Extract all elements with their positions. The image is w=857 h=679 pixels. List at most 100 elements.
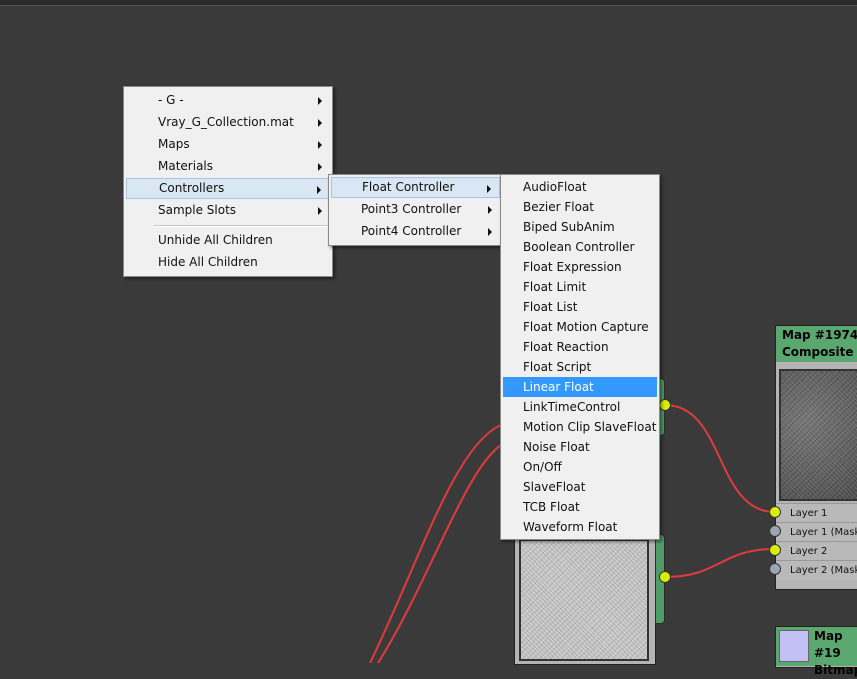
menu-item-label: Vray_G_Collection.mat: [158, 115, 294, 129]
menu-item-slavefloat[interactable]: SlaveFloat: [503, 477, 657, 497]
menu-item-label: LinkTimeControl: [523, 400, 621, 414]
menu-item-label: Float Limit: [523, 280, 587, 294]
menu-item-vray-collection[interactable]: Vray_G_Collection.mat: [126, 112, 330, 133]
menu-item-label: Boolean Controller: [523, 240, 635, 254]
submenu-arrow-icon: [487, 185, 491, 193]
menu-item-maps[interactable]: Maps: [126, 134, 330, 155]
menu-item-tcb-float[interactable]: TCB Float: [503, 497, 657, 517]
node-title: Map #1974: [782, 328, 857, 342]
menu-item-audiofloat[interactable]: AudioFloat: [503, 177, 657, 197]
node-subtitle: Bitmap: [814, 663, 857, 677]
menu-item-label: AudioFloat: [523, 180, 587, 194]
input-socket-layer-1[interactable]: [769, 506, 781, 518]
submenu-arrow-icon: [317, 186, 321, 194]
menu-item-label: TCB Float: [523, 500, 580, 514]
menu-item-label: Float Script: [523, 360, 592, 374]
menu-item-label: Float Expression: [523, 260, 622, 274]
submenu-arrow-icon: [488, 228, 492, 236]
menu-item-linktimecontrol[interactable]: LinkTimeControl: [503, 397, 657, 417]
bitmap-swatch: [779, 630, 809, 662]
menu-item-label: Sample Slots: [158, 203, 237, 217]
menu-item-label: Float Motion Capture: [523, 320, 649, 334]
slot-label: Layer 1 (Mask): [790, 527, 857, 538]
input-socket-layer-2[interactable]: [769, 544, 781, 556]
input-socket-layer-1-mask[interactable]: [769, 525, 781, 537]
menu-item-materials[interactable]: Materials: [126, 156, 330, 177]
menu-item-linear-float[interactable]: Linear Float: [503, 377, 657, 397]
menu-item-unhide-all-children[interactable]: Unhide All Children: [126, 230, 330, 251]
menu-item-label: Unhide All Children: [158, 233, 273, 247]
wire-left-1[interactable]: [369, 424, 502, 663]
menu-item-label: Noise Float: [523, 440, 590, 454]
menu-item-sample-slots[interactable]: Sample Slots: [126, 200, 330, 221]
submenu-arrow-icon: [318, 163, 322, 171]
menu-item-bezier-float[interactable]: Bezier Float: [503, 197, 657, 217]
menu-item-label: SlaveFloat: [523, 480, 586, 494]
output-socket-lower[interactable]: [659, 571, 671, 583]
slot-layer-2-mask[interactable]: Layer 2 (Mask): [776, 560, 857, 580]
node-subtitle: Composite: [782, 345, 854, 359]
menu-item-boolean-controller[interactable]: Boolean Controller: [503, 237, 657, 257]
menu-item-g[interactable]: - G -: [126, 90, 330, 111]
context-menu: - G - Vray_G_Collection.mat Maps Materia…: [123, 86, 333, 277]
menu-item-float-reaction[interactable]: Float Reaction: [503, 337, 657, 357]
menu-item-label: On/Off: [523, 460, 562, 474]
menu-item-label: Linear Float: [523, 380, 594, 394]
submenu-arrow-icon: [318, 207, 322, 215]
composite-node[interactable]: Map #1974 Composite Layer 1 Layer 1 (Mas…: [775, 325, 857, 590]
menu-item-waveform-float[interactable]: Waveform Float: [503, 517, 657, 537]
output-socket-upper[interactable]: [659, 399, 671, 411]
menu-item-label: Float Reaction: [523, 340, 609, 354]
menu-item-float-list[interactable]: Float List: [503, 297, 657, 317]
menu-item-label: Point3 Controller: [361, 202, 462, 216]
slot-label: Layer 2 (Mask): [790, 565, 857, 576]
bitmap-thumbnail: [519, 539, 649, 661]
menu-item-hide-all-children[interactable]: Hide All Children: [126, 252, 330, 273]
slot-layer-2[interactable]: Layer 2: [776, 541, 857, 561]
slot-label: Layer 1: [790, 508, 828, 519]
menu-item-label: Biped SubAnim: [523, 220, 615, 234]
submenu-arrow-icon: [318, 119, 322, 127]
slot-layer-1-mask[interactable]: Layer 1 (Mask): [776, 522, 857, 542]
float-controller-submenu: AudioFloat Bezier Float Biped SubAnim Bo…: [500, 174, 660, 540]
menu-item-label: Maps: [158, 137, 190, 151]
menu-item-biped-subanim[interactable]: Biped SubAnim: [503, 217, 657, 237]
menu-item-label: Float List: [523, 300, 578, 314]
menu-item-label: Waveform Float: [523, 520, 618, 534]
menu-separator: [154, 225, 330, 227]
menu-item-controllers[interactable]: Controllers: [126, 178, 330, 199]
menu-item-label: Controllers: [159, 181, 225, 195]
menu-item-label: Materials: [158, 159, 214, 173]
menu-item-point4-controller[interactable]: Point4 Controller: [331, 221, 500, 242]
menu-item-label: Point4 Controller: [361, 224, 462, 238]
wire-to-layer2[interactable]: [664, 548, 776, 578]
menu-item-motion-clip-slavefloat[interactable]: Motion Clip SlaveFloat: [503, 417, 657, 437]
submenu-arrow-icon: [318, 97, 322, 105]
menu-item-float-script[interactable]: Float Script: [503, 357, 657, 377]
menu-item-label: Float Controller: [362, 180, 455, 194]
bitmap-node[interactable]: Map #19 Bitmap: [775, 626, 857, 677]
wire-left-2[interactable]: [377, 444, 502, 663]
composite-thumbnail: [779, 369, 857, 501]
submenu-arrow-icon: [488, 206, 492, 214]
menu-item-label: Motion Clip SlaveFloat: [523, 420, 657, 434]
menu-item-float-expression[interactable]: Float Expression: [503, 257, 657, 277]
menu-item-point3-controller[interactable]: Point3 Controller: [331, 199, 500, 220]
menu-item-on-off[interactable]: On/Off: [503, 457, 657, 477]
menu-item-label: Hide All Children: [158, 255, 258, 269]
node-title: Map #19: [814, 629, 843, 660]
controllers-submenu: Float Controller Point3 Controller Point…: [328, 174, 503, 246]
menu-item-float-controller[interactable]: Float Controller: [331, 177, 500, 198]
slot-layer-1[interactable]: Layer 1: [776, 503, 857, 523]
menu-item-float-limit[interactable]: Float Limit: [503, 277, 657, 297]
bitmap-node-left[interactable]: [514, 530, 656, 665]
input-socket-layer-2-mask[interactable]: [769, 563, 781, 575]
wire-to-layer1[interactable]: [664, 404, 776, 513]
menu-item-float-motion-capture[interactable]: Float Motion Capture: [503, 317, 657, 337]
menu-item-label: Bezier Float: [523, 200, 595, 214]
slot-label: Layer 2: [790, 546, 828, 557]
composite-node-header: Map #1974 Composite: [776, 326, 857, 362]
menu-item-label: - G -: [158, 93, 184, 107]
menu-item-noise-float[interactable]: Noise Float: [503, 437, 657, 457]
submenu-arrow-icon: [318, 141, 322, 149]
